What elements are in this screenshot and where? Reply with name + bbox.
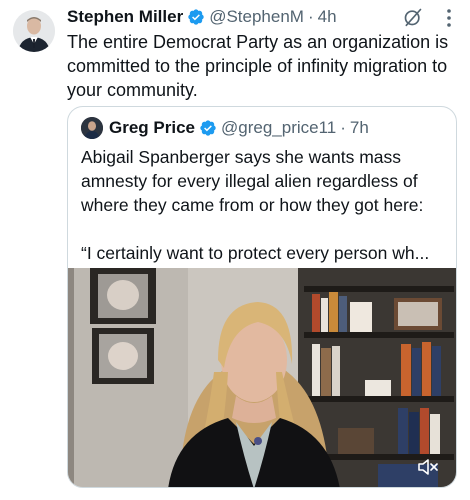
author-name[interactable]: Stephen Miller: [67, 7, 183, 27]
quoted-tweet-text: Abigail Spanberger says she wants mass a…: [81, 145, 453, 265]
header-separator: ·: [307, 7, 314, 26]
quoted-tweet-timestamp[interactable]: 7h: [350, 118, 369, 138]
more-options-icon[interactable]: [446, 8, 452, 28]
quoted-tweet[interactable]: Greg Price @greg_price11 · 7h Abigail Sp…: [67, 106, 457, 488]
author-avatar-image: [13, 10, 55, 52]
tweet-timestamp[interactable]: 4h: [318, 7, 337, 27]
tweet[interactable]: Stephen Miller @StephenM · 4h The entire…: [0, 0, 470, 500]
grok-icon[interactable]: [403, 7, 423, 27]
author-avatar[interactable]: [13, 10, 55, 52]
volume-muted-icon[interactable]: [418, 458, 440, 476]
quoted-author-handle[interactable]: @greg_price11: [221, 118, 336, 138]
video-player[interactable]: [68, 268, 456, 487]
quoted-author-avatar[interactable]: [81, 117, 103, 139]
video-frame: [68, 268, 456, 487]
tweet-header: Stephen Miller @StephenM · 4h: [67, 6, 337, 28]
quoted-header-separator: ·: [340, 118, 346, 137]
tweet-text: The entire Democrat Party as an organiza…: [67, 32, 449, 100]
verified-badge-icon[interactable]: [187, 8, 205, 26]
quoted-text-paragraph: Abigail Spanberger says she wants mass a…: [81, 147, 424, 215]
verified-badge-icon[interactable]: [199, 119, 217, 137]
quoted-tweet-header: Greg Price @greg_price11 · 7h: [81, 117, 369, 139]
author-handle[interactable]: @StephenM: [209, 7, 304, 27]
quoted-text-paragraph-truncated: “I certainly want to protect every perso…: [81, 243, 430, 263]
quoted-author-avatar-image: [81, 117, 103, 139]
quoted-author-name[interactable]: Greg Price: [109, 118, 195, 138]
